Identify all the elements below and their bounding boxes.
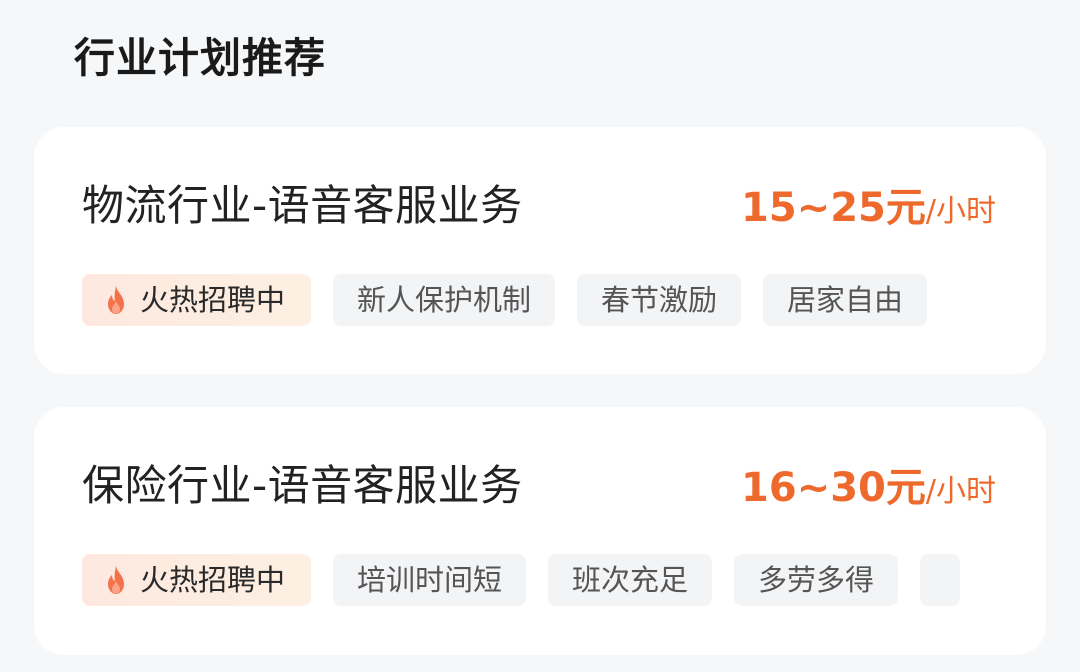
- job-tag: 多劳多得: [734, 554, 899, 606]
- wage-unit: /小时: [925, 474, 996, 509]
- job-title: 保险行业-语音客服业务: [82, 461, 523, 510]
- job-tag: 春节激励: [577, 274, 742, 326]
- job-title: 物流行业-语音客服业务: [82, 181, 523, 230]
- wage-unit: /小时: [925, 194, 996, 229]
- job-card-logistics[interactable]: 物流行业-语音客服业务 15~25元/小时 火热招聘中 新人保护机制 春节激励 居家…: [34, 127, 1046, 374]
- tag-list: 火热招聘中 新人保护机制 春节激励 居家自由: [82, 274, 998, 326]
- job-wage: 15~25元/小时: [741, 179, 996, 245]
- job-tag: 培训时间短: [333, 554, 527, 606]
- hot-hiring-label: 火热招聘中: [140, 283, 286, 317]
- hot-hiring-label: 火热招聘中: [140, 563, 286, 597]
- hot-hiring-badge: 火热招聘中: [82, 554, 312, 606]
- section-title: 行业计划推荐: [74, 34, 326, 82]
- wage-amount: 16~30元: [741, 465, 926, 511]
- job-tag: 居家自由: [763, 274, 928, 326]
- job-card-insurance[interactable]: 保险行业-语音客服业务 16~30元/小时 火热招聘中 培训时间短 班次充足 多劳多…: [34, 407, 1046, 655]
- job-tag-overflow: [920, 554, 961, 606]
- hot-hiring-badge: 火热招聘中: [82, 274, 312, 326]
- wage-amount: 15~25元: [741, 185, 926, 231]
- job-tag: 班次充足: [548, 554, 713, 606]
- job-tag: 新人保护机制: [333, 274, 556, 326]
- job-wage: 16~30元/小时: [741, 459, 996, 525]
- flame-icon: [108, 286, 124, 314]
- tag-list: 火热招聘中 培训时间短 班次充足 多劳多得: [82, 554, 998, 606]
- flame-icon: [108, 566, 124, 594]
